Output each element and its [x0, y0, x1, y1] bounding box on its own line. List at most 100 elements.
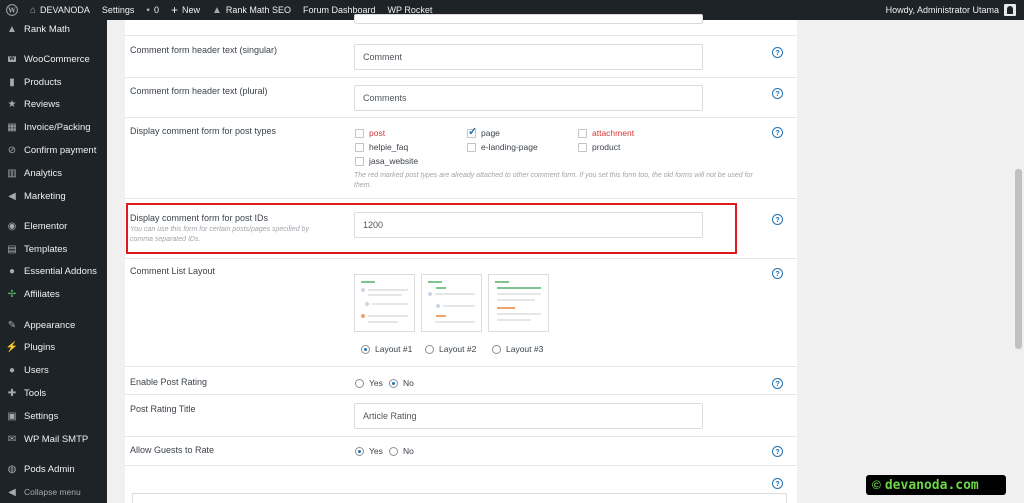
- layout-2-thumbnail[interactable]: [421, 274, 482, 332]
- sidebar-item-plugins[interactable]: ⚡ Plugins: [0, 338, 107, 356]
- post-type-e-landing-page-checkbox[interactable]: e-landing-page: [467, 142, 538, 152]
- sidebar-item-settings[interactable]: ▣ Settings: [0, 407, 107, 425]
- thumb-line: [436, 315, 446, 317]
- avatar: [1004, 4, 1016, 16]
- checkbox-box: [467, 142, 476, 152]
- post-type-page-checkbox[interactable]: page: [467, 125, 500, 138]
- post-type-product-checkbox[interactable]: product: [578, 142, 620, 152]
- checkbox-box: [355, 156, 364, 166]
- main-content: Comment form header text (singular) Comm…: [107, 14, 1013, 503]
- post-type-jasa-website-checkbox[interactable]: jasa_website: [355, 156, 418, 166]
- thumb-line: [435, 321, 475, 323]
- affiliates-icon: ✢: [7, 288, 17, 300]
- radio-label: No: [403, 378, 414, 388]
- post-type-attachment-checkbox[interactable]: attachment: [578, 128, 634, 138]
- wrench-icon: ✚: [7, 387, 17, 399]
- help-icon[interactable]: ?: [772, 268, 783, 279]
- post-rating-no-radio[interactable]: No: [389, 378, 414, 388]
- invoice-icon: ▦: [7, 121, 17, 133]
- wp-logo-button[interactable]: W: [0, 0, 24, 20]
- sidebar-item-woocommerce[interactable]: W WooCommerce: [0, 50, 107, 68]
- post-rating-yes-radio[interactable]: Yes: [355, 378, 383, 388]
- help-icon[interactable]: ?: [772, 88, 783, 99]
- sidebar-item-templates[interactable]: ▤ Templates: [0, 240, 107, 258]
- guests-rate-yes-radio[interactable]: Yes: [355, 446, 383, 456]
- help-icon[interactable]: ?: [772, 127, 783, 138]
- thumb-line: [368, 321, 398, 323]
- settings-link[interactable]: Settings: [96, 0, 141, 20]
- svg-text:W: W: [7, 6, 16, 14]
- header-singular-input[interactable]: Comment: [354, 44, 703, 70]
- radio-label: Layout #2: [439, 344, 477, 354]
- checkbox-label: e-landing-page: [481, 142, 538, 152]
- help-icon[interactable]: ?: [772, 478, 783, 489]
- layout-1-radio[interactable]: Layout #1: [361, 344, 412, 354]
- new-content-link[interactable]: + New: [165, 0, 206, 20]
- sidebar-item-invoice[interactable]: ▦ Invoice/Packing: [0, 118, 107, 136]
- sidebar-item-affiliates[interactable]: ✢ Affiliates: [0, 285, 107, 303]
- new-label: New: [182, 5, 201, 15]
- comments-link[interactable]: ▪ 0: [140, 0, 165, 20]
- rank-math-icon: ▲: [7, 23, 17, 35]
- thumb-avatar: [361, 288, 365, 292]
- textarea-above[interactable]: [354, 14, 703, 24]
- sidebar-item-label: Rank Math: [24, 23, 70, 35]
- guests-rate-no-radio[interactable]: No: [389, 446, 414, 456]
- help-icon[interactable]: ?: [772, 214, 783, 225]
- collapse-menu-button[interactable]: ◀ Collapse menu: [0, 483, 107, 501]
- help-icon[interactable]: ?: [772, 446, 783, 457]
- thumb-line: [368, 289, 408, 291]
- sidebar-item-rank-math[interactable]: ▲ Rank Math: [0, 20, 107, 38]
- sidebar-item-confirm-payment[interactable]: ⊘ Confirm payment: [0, 141, 107, 159]
- sidebar-item-label: WP Mail SMTP: [24, 433, 89, 445]
- radio-label: Yes: [369, 446, 383, 456]
- layout-2-radio[interactable]: Layout #2: [425, 344, 476, 354]
- sidebar-item-appearance[interactable]: ✎ Appearance: [0, 316, 107, 334]
- rating-title-label: Post Rating Title: [130, 404, 196, 414]
- thumb-line: [428, 281, 442, 283]
- checkbox-label: jasa_website: [369, 156, 419, 166]
- radio-label: Layout #3: [506, 344, 544, 354]
- sidebar-item-analytics[interactable]: ▥ Analytics: [0, 164, 107, 182]
- checkbox-box: [578, 142, 587, 152]
- sidebar-item-essential-addons[interactable]: ● Essential Addons: [0, 262, 107, 280]
- layout-3-thumbnail[interactable]: [488, 274, 549, 332]
- sidebar-item-wp-mail-smtp[interactable]: ✉ WP Mail SMTP: [0, 430, 107, 448]
- sidebar-item-marketing[interactable]: ◀ Marketing: [0, 187, 107, 205]
- scrollbar-thumb[interactable]: [1015, 169, 1022, 349]
- sidebar-item-products[interactable]: ▮ Products: [0, 73, 107, 91]
- account-menu[interactable]: Howdy, Administrator Utama: [886, 4, 1024, 16]
- elementor-icon: ◉: [7, 220, 17, 232]
- header-plural-input[interactable]: Comments: [354, 85, 703, 111]
- products-icon: ▮: [9, 76, 15, 88]
- post-type-post-checkbox[interactable]: post: [355, 128, 385, 138]
- thumb-line: [361, 281, 375, 283]
- sidebar-item-tools[interactable]: ✚ Tools: [0, 384, 107, 402]
- rating-title-input[interactable]: Article Rating: [354, 403, 703, 429]
- divider: [125, 436, 797, 437]
- site-name-link[interactable]: ⌂ DEVANODA: [24, 0, 96, 20]
- thumb-line: [368, 294, 402, 296]
- site-name-label: DEVANODA: [40, 5, 90, 15]
- checkbox-box: [355, 128, 364, 138]
- header-plural-label: Comment form header text (plural): [130, 86, 268, 96]
- help-icon[interactable]: ?: [772, 47, 783, 58]
- post-type-helpie-faq-checkbox[interactable]: helpie_faq: [355, 142, 408, 152]
- checkbox-label: attachment: [592, 128, 635, 138]
- sidebar-item-pods-admin[interactable]: ◍ Pods Admin: [0, 460, 107, 478]
- howdy-label: Howdy, Administrator Utama: [885, 5, 999, 15]
- layout-3-radio[interactable]: Layout #3: [492, 344, 543, 354]
- post-types-label: Display comment form for post types: [130, 126, 277, 136]
- sidebar-item-reviews[interactable]: ★ Reviews: [0, 95, 107, 113]
- settings-label: Settings: [101, 5, 135, 15]
- copyright-symbol: ©: [872, 478, 881, 492]
- sidebar-item-users[interactable]: ● Users: [0, 361, 107, 379]
- help-icon[interactable]: ?: [772, 378, 783, 389]
- page-scrollbar[interactable]: [1013, 20, 1024, 503]
- divider: [125, 366, 797, 367]
- watermark: © devanoda.com: [866, 475, 1006, 495]
- rankmath-link[interactable]: ▲ Rank Math SEO: [206, 0, 297, 20]
- layout-1-thumbnail[interactable]: [354, 274, 415, 332]
- sidebar-item-elementor[interactable]: ◉ Elementor: [0, 217, 107, 235]
- post-ids-input[interactable]: 1200: [354, 212, 703, 238]
